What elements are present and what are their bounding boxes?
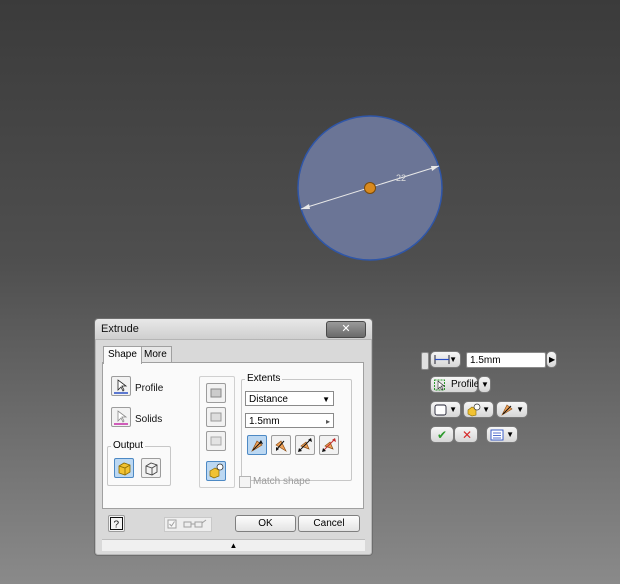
match-shape-checkbox[interactable] [239,476,251,488]
output-surface-button[interactable] [141,458,161,478]
extents-type-value: Distance [249,394,288,405]
svg-text:?: ? [114,520,120,531]
mini-operation-button[interactable]: ▼ [463,401,494,418]
output-title: Output [111,440,146,451]
chevron-right-icon: ▸ [325,417,330,426]
mini-direction-button[interactable]: ▼ [496,401,528,418]
direction-icon [501,404,513,416]
mini-output-button[interactable]: ▼ [430,401,461,418]
join-button[interactable] [206,383,226,403]
solids-select-button[interactable] [111,407,131,427]
mini-distance-arrow-button[interactable]: ▶ [546,351,557,368]
mini-distance-input[interactable]: 1.5mm [466,352,546,368]
cancel-button[interactable]: Cancel [298,515,360,532]
profile-label: Profile [135,383,164,394]
direction-flipped-icon [275,440,287,452]
expand-arrow-icon: ▲ [229,541,238,550]
tab-more[interactable]: More [139,346,172,362]
cut-icon [210,412,222,422]
distance-value: 1.5mm [249,416,280,427]
close-icon: ✕ [462,428,473,442]
direction-symmetric-icon [298,438,312,452]
extents-title: Extents [245,373,283,384]
mini-profile-dropdown[interactable]: ▼ [478,376,491,393]
mini-options-button[interactable]: ▼ [486,426,518,443]
mini-toolbar-grip[interactable] [421,352,429,370]
chevron-down-icon: ▼ [482,405,490,414]
mini-cancel-button[interactable]: ✕ [454,426,478,443]
direction-default-button[interactable] [247,435,267,455]
join-icon [210,388,222,398]
extents-type-dropdown[interactable]: Distance ▼ [245,391,334,406]
mini-profile-label: Profile [451,379,480,390]
chevron-down-icon: ▼ [481,380,489,389]
mini-ok-button[interactable]: ✔ [430,426,454,443]
intersect-button[interactable] [206,431,226,451]
direction-asymmetric-icon [322,438,336,452]
ok-button[interactable]: OK [235,515,296,532]
cursor-arrow-icon [114,379,128,394]
match-shape-label: Match shape [253,476,311,487]
output-surface-icon [434,404,447,416]
output-solid-button[interactable] [114,458,134,478]
chevron-down-icon: ▼ [506,430,514,439]
surface-cube-icon [145,462,158,476]
preview-glasses-icon [167,519,207,529]
cut-button[interactable] [206,407,226,427]
preview-toggle[interactable] [164,517,212,532]
intersect-icon [210,436,222,446]
help-icon: ? [110,517,123,531]
new-solid-icon [467,403,481,417]
direction-asymmetric-button[interactable] [319,435,339,455]
help-button[interactable]: ? [108,515,125,532]
direction-default-icon [251,440,263,452]
chevron-down-icon: ▼ [449,405,457,414]
dimension-value[interactable]: 22 [396,173,406,183]
chevron-right-icon: ▶ [549,355,556,364]
close-button[interactable]: ✕ [326,321,366,338]
dialog-expand-bar[interactable]: ▲ [102,539,365,551]
profile-select-button[interactable] [111,376,131,396]
sketch-center-point [364,182,376,194]
distance-input[interactable]: 1.5mm ▸ [245,413,334,428]
tab-shape[interactable]: Shape [103,346,142,364]
profile-cursor-icon [434,379,445,391]
solids-label: Solids [135,414,163,425]
mini-distance-value: 1.5mm [470,355,501,366]
direction-symmetric-button[interactable] [295,435,315,455]
dialog-titlebar[interactable]: Extrude ✕ [95,319,372,340]
list-options-icon [490,429,504,441]
mini-profile-button[interactable]: Profile [430,376,480,393]
chevron-down-icon: ▼ [449,355,457,364]
extrude-dialog: Extrude ✕ Shape More Profile Solids Outp… [94,318,373,556]
mini-distance-type-button[interactable]: ▼ [430,351,461,368]
chevron-down-icon: ▼ [516,405,524,414]
dialog-title: Extrude [101,323,139,335]
chevron-down-icon: ▼ [322,395,330,404]
direction-flipped-button[interactable] [271,435,291,455]
checkmark-icon: ✔ [437,428,448,442]
new-solid-button[interactable] [206,461,226,481]
solid-cube-icon [118,462,131,476]
shape-panel: Profile Solids Output Extents Distance ▼… [102,362,364,509]
new-solid-icon [209,463,224,479]
cursor-arrow-solids-icon [114,410,128,425]
